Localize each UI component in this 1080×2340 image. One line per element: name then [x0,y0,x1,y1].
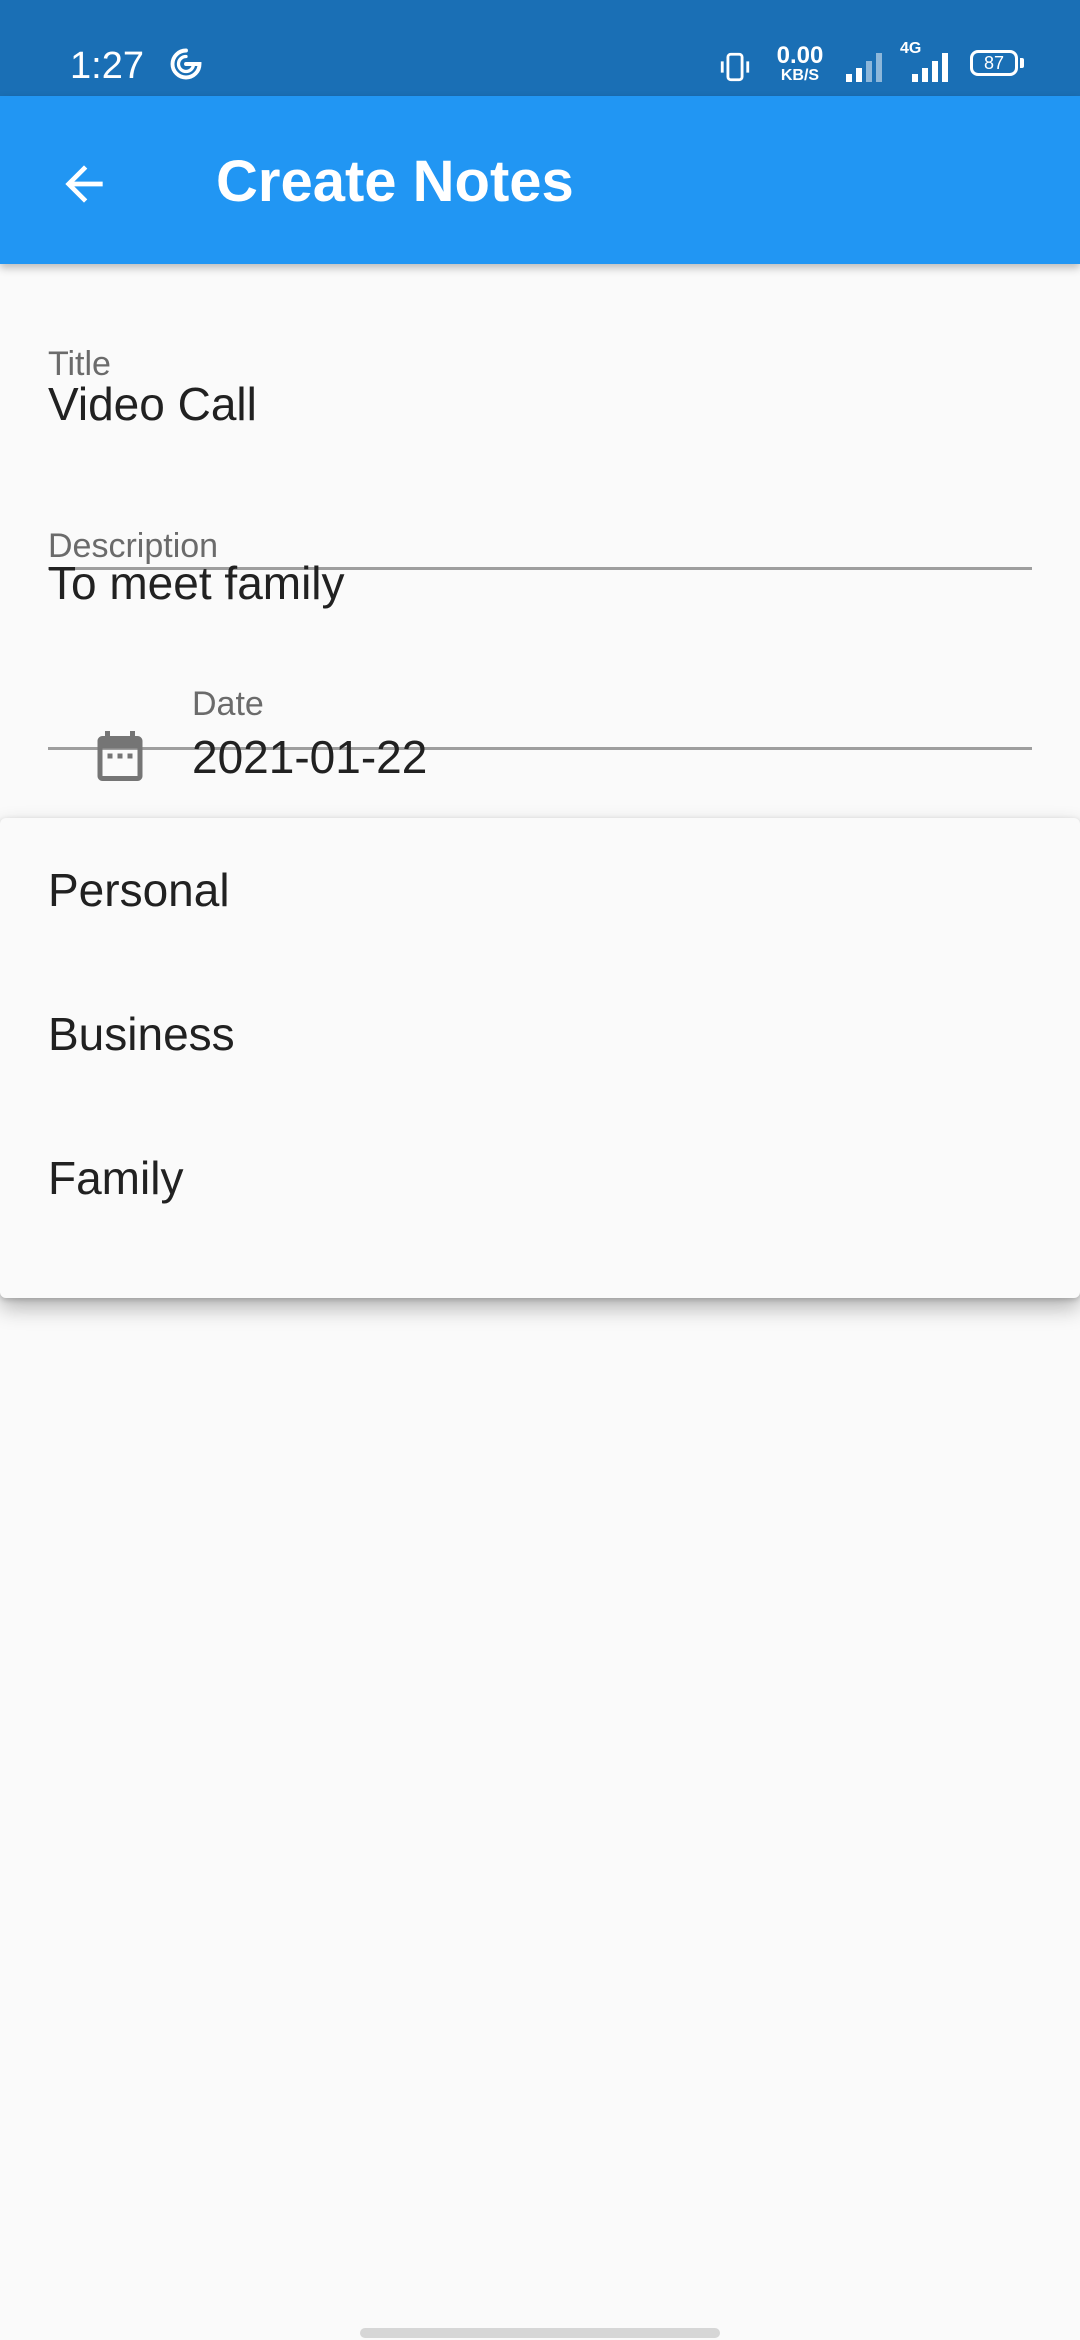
vibrate-icon [720,52,750,82]
network-speed-unit: KB/S [780,67,820,84]
app-bar: Create Notes [0,96,1080,264]
dropdown-option-family[interactable]: Family [0,1106,1080,1250]
g-icon [170,48,202,80]
signal-4g-icon [912,53,948,82]
category-dropdown-menu: Personal Business Family [0,818,1080,1298]
battery-tip [1020,58,1024,68]
date-field-label: Date [192,685,264,723]
home-indicator[interactable] [360,2328,720,2338]
status-icons: 0.00 KB/S 4G 87 [680,40,1080,90]
status-bar: 1:27 0.00 KB/S 4G 87 [0,0,1080,96]
dropdown-option-personal[interactable]: Personal [0,818,1080,962]
battery-indicator: 87 [970,50,1018,76]
title-field-value: Video Call [48,378,257,430]
page-title: Create Notes [216,149,574,214]
date-field-value: 2021-01-22 [192,731,428,783]
calendar-icon [97,731,143,781]
network-speed: 0.00 KB/S [770,44,830,84]
date-field[interactable]: Date 2021-01-22 [48,684,1032,794]
arrow-back-icon [65,165,103,203]
status-time: 1:27 [70,45,144,87]
network-speed-value: 0.00 [776,42,824,69]
dropdown-option-business[interactable]: Business [0,962,1080,1106]
signal-icon [846,53,882,82]
back-button[interactable] [34,134,134,234]
description-field-value: To meet family [48,557,345,609]
